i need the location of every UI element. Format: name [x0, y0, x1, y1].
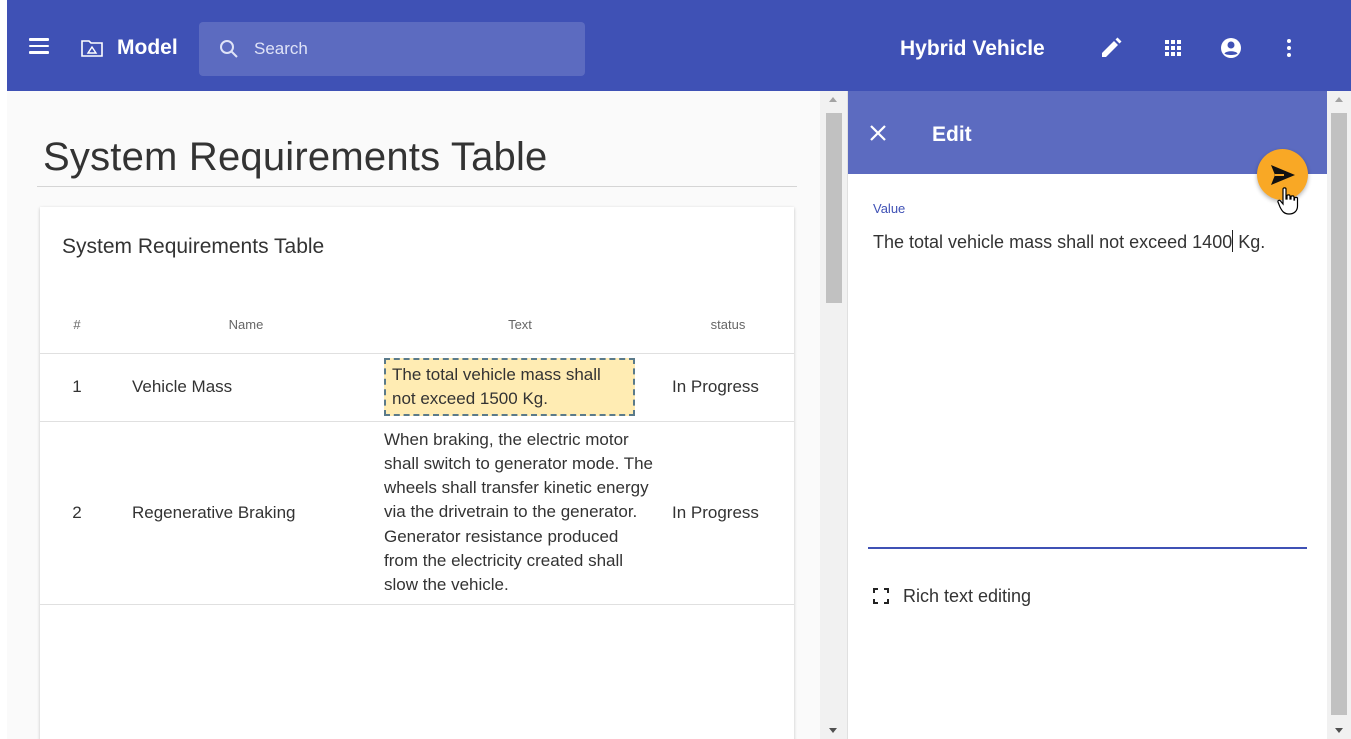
- value-text-input[interactable]: The total vehicle mass shall not exceed …: [873, 227, 1303, 258]
- scroll-down-arrow-icon[interactable]: [1335, 728, 1343, 733]
- row-text-cell[interactable]: The total vehicle mass shall not exceed …: [378, 353, 662, 422]
- edit-panel-title: Edit: [932, 123, 972, 146]
- apps-grid-icon[interactable]: [1161, 36, 1185, 60]
- row-status[interactable]: In Progress: [662, 421, 794, 605]
- table-header-row: # Name Text status: [40, 297, 794, 354]
- edit-panel-scrollbar[interactable]: [1327, 91, 1351, 739]
- rich-text-label[interactable]: Rich text editing: [903, 586, 1031, 607]
- column-header-status[interactable]: status: [662, 297, 794, 354]
- project-title: Hybrid Vehicle: [900, 37, 1045, 60]
- column-header-name[interactable]: Name: [114, 297, 378, 354]
- app-toolbar: Model Hybrid Vehicle: [0, 0, 1351, 91]
- more-vert-icon[interactable]: [1277, 36, 1301, 60]
- value-field-label: Value: [873, 201, 906, 216]
- scrollbar-thumb[interactable]: [826, 113, 842, 303]
- value-text-content[interactable]: The total vehicle mass shall not exceed …: [873, 230, 1265, 252]
- search-input[interactable]: [254, 36, 564, 62]
- row-status[interactable]: In Progress: [662, 353, 794, 422]
- row-number: 2: [40, 421, 114, 605]
- hand-cursor-icon: [1277, 187, 1299, 215]
- send-icon: [1271, 165, 1295, 185]
- requirements-page: System Requirements Table System Require…: [7, 91, 820, 739]
- edit-panel: Edit Value The total vehicle mass shall …: [847, 91, 1328, 739]
- table-title: System Requirements Table: [62, 235, 325, 258]
- edit-panel-header: Edit: [848, 91, 1328, 174]
- requirements-table-card: System Requirements Table # Name Text st…: [40, 207, 794, 739]
- row-name[interactable]: Vehicle Mass: [114, 353, 378, 422]
- hamburger-menu-icon[interactable]: [29, 38, 49, 54]
- model-folder-icon[interactable]: [81, 39, 103, 57]
- fullscreen-icon[interactable]: [873, 588, 889, 604]
- model-label[interactable]: Model: [117, 36, 178, 60]
- table-row[interactable]: 1 Vehicle Mass The total vehicle mass sh…: [40, 353, 794, 422]
- edit-pencil-icon[interactable]: [1099, 36, 1123, 60]
- account-circle-icon[interactable]: [1219, 36, 1243, 60]
- scroll-up-arrow-icon[interactable]: [1335, 97, 1343, 102]
- column-header-text[interactable]: Text: [378, 297, 662, 354]
- value-field-underline: [868, 547, 1307, 549]
- row-number: 1: [40, 353, 114, 422]
- main-scrollbar[interactable]: [820, 91, 847, 739]
- close-icon[interactable]: [868, 123, 888, 143]
- requirements-table: # Name Text status 1 Vehicle Mass The to…: [40, 297, 794, 605]
- search-box[interactable]: [199, 22, 585, 76]
- column-header-number[interactable]: #: [40, 297, 114, 354]
- search-icon: [220, 40, 238, 58]
- scroll-up-arrow-icon[interactable]: [829, 97, 837, 102]
- scroll-down-arrow-icon[interactable]: [829, 728, 837, 733]
- row-name[interactable]: Regenerative Braking: [114, 421, 378, 605]
- selected-text-cell[interactable]: The total vehicle mass shall not exceed …: [384, 358, 635, 416]
- page-title: System Requirements Table: [43, 135, 548, 179]
- scrollbar-thumb[interactable]: [1331, 113, 1347, 715]
- text-caret: [1232, 230, 1234, 252]
- title-divider: [37, 186, 797, 187]
- table-row[interactable]: 2 Regenerative Braking When braking, the…: [40, 421, 794, 605]
- row-text-cell[interactable]: When braking, the electric motor shall s…: [378, 421, 662, 605]
